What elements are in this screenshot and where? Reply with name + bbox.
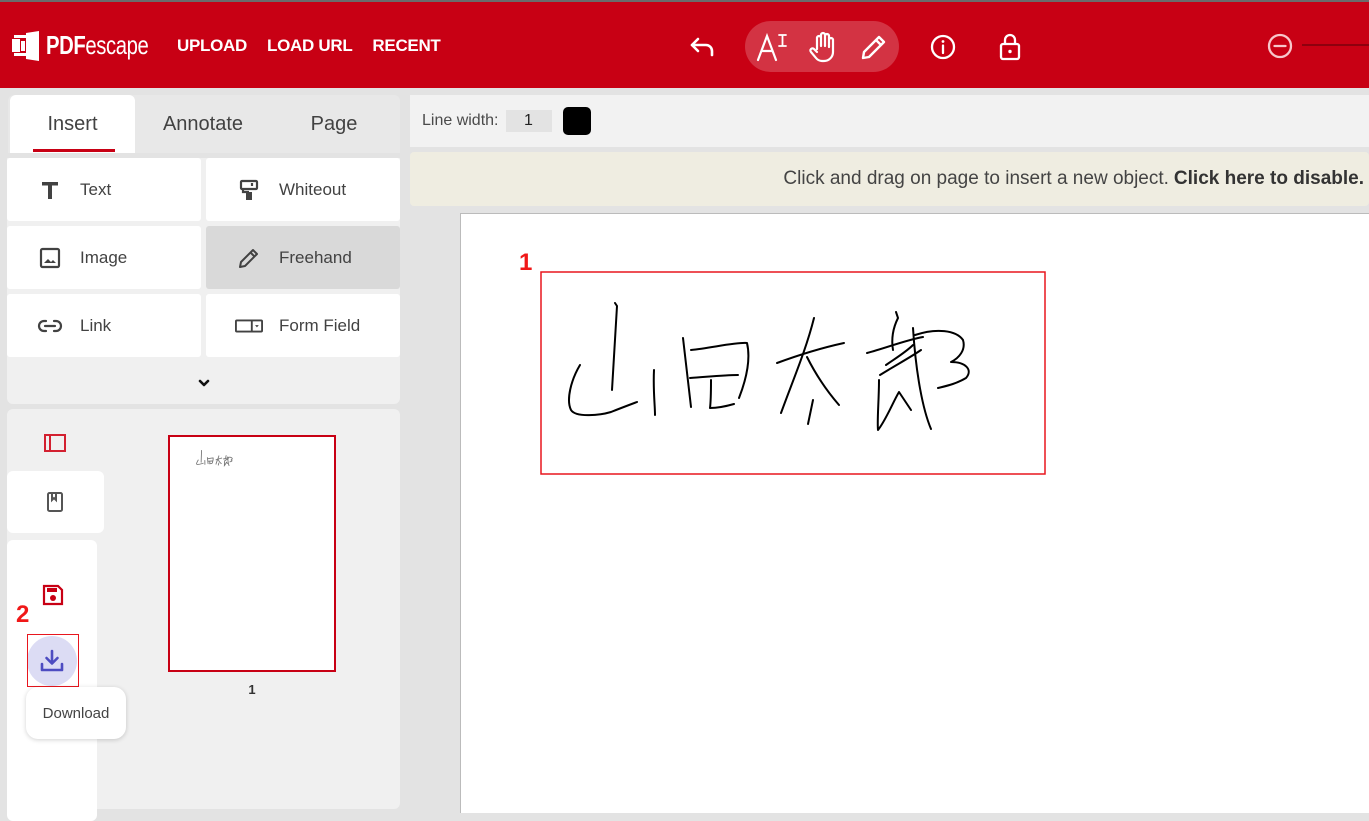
info-button[interactable] <box>929 33 957 61</box>
tool-link-label: Link <box>80 315 112 335</box>
insert-tools: Text Whiteout Image Freehand Link Form F… <box>7 158 400 404</box>
left-panel: Insert Annotate Page Text Whiteout Image… <box>0 88 408 821</box>
panel-tabs: Insert Annotate Page <box>8 95 400 153</box>
tab-annotate[interactable]: Annotate <box>138 95 268 153</box>
hand-mode-button[interactable] <box>808 30 838 64</box>
pdfescape-logo-icon <box>12 30 39 61</box>
tab-annotate-label: Annotate <box>162 112 244 135</box>
expand-tools-button[interactable] <box>7 368 400 398</box>
tab-page-label: Page <box>310 112 358 135</box>
line-width-input[interactable]: 1 <box>505 110 552 132</box>
thumbnails-view-button[interactable] <box>35 423 75 463</box>
thumbnail-preview <box>196 449 233 467</box>
page-thumbnail[interactable] <box>168 435 336 672</box>
image-icon <box>36 247 64 269</box>
paint-roller-icon <box>235 179 263 201</box>
tool-text-label: Text <box>80 179 112 199</box>
tab-insert-label: Insert <box>47 112 98 135</box>
save-button[interactable] <box>35 577 71 613</box>
insert-hint-banner: Click and drag on page to insert a new o… <box>410 152 1369 206</box>
bookmark-icon <box>47 492 63 512</box>
freehand-signature[interactable] <box>501 240 1061 490</box>
pdf-page[interactable]: 1 <box>460 213 1369 813</box>
lock-button[interactable] <box>996 31 1024 63</box>
zoom-out-icon <box>1267 33 1293 59</box>
tool-whiteout-label: Whiteout <box>279 179 347 199</box>
text-select-icon <box>756 32 787 62</box>
line-color-swatch[interactable] <box>562 107 591 135</box>
undo-button[interactable] <box>686 32 718 62</box>
nav-recent[interactable]: RECENT <box>372 36 440 56</box>
nav-upload[interactable]: UPLOAD <box>177 36 247 56</box>
annotation-box-download <box>27 634 79 687</box>
hint-text: Click and drag on page to insert a new o… <box>783 168 1169 189</box>
zoom-out-button[interactable] <box>1266 32 1294 60</box>
freehand-options-bar: Line width: 1 <box>410 95 1369 147</box>
lock-icon <box>999 33 1021 61</box>
form-field-icon <box>235 318 263 334</box>
hand-pan-icon <box>809 31 835 63</box>
tool-form-field-label: Form Field <box>279 315 361 335</box>
page-thumbnail-number: 1 <box>248 682 256 697</box>
zoom-slider-track[interactable] <box>1302 44 1369 46</box>
disable-hint-link[interactable]: Click here to disable. <box>1174 168 1364 190</box>
top-nav: UPLOAD LOAD URL RECENT <box>177 36 461 56</box>
tool-link[interactable]: Link <box>7 294 201 357</box>
tool-form-field[interactable]: Form Field <box>206 294 400 357</box>
tool-text[interactable]: Text <box>7 158 201 221</box>
pages-panel: 2 Download 1 <box>7 409 400 821</box>
pencil-icon <box>861 35 886 60</box>
tool-freehand[interactable]: Freehand <box>206 226 400 289</box>
save-icon <box>42 584 64 606</box>
link-icon <box>36 319 64 333</box>
bookmarks-view-button[interactable] <box>7 471 104 533</box>
info-icon <box>930 34 956 60</box>
tool-image[interactable]: Image <box>7 226 201 289</box>
top-bar: PDFescape UPLOAD LOAD URL RECENT <box>0 0 1369 88</box>
tool-whiteout[interactable]: Whiteout <box>206 158 400 221</box>
text-select-mode-button[interactable] <box>755 30 789 64</box>
thumbnails-icon <box>44 434 66 452</box>
tab-page[interactable]: Page <box>270 95 398 153</box>
tab-insert[interactable]: Insert <box>10 95 135 153</box>
download-tooltip: Download <box>26 687 126 739</box>
logo[interactable]: PDFescape <box>12 30 177 61</box>
tool-image-label: Image <box>80 247 128 267</box>
draw-mode-button[interactable] <box>858 31 890 63</box>
chevron-down-icon <box>198 379 209 387</box>
pencil-icon <box>235 246 263 270</box>
tool-freehand-label: Freehand <box>279 247 352 267</box>
line-width-label: Line width: <box>422 112 499 129</box>
active-tab-indicator <box>33 149 115 152</box>
logo-text: PDFescape <box>46 30 149 60</box>
nav-load-url[interactable]: LOAD URL <box>267 36 353 56</box>
text-icon <box>36 180 64 200</box>
annotation-number-2: 2 <box>16 601 30 628</box>
document-area: Line width: 1 Click and drag on page to … <box>408 88 1369 813</box>
undo-icon <box>690 37 714 57</box>
